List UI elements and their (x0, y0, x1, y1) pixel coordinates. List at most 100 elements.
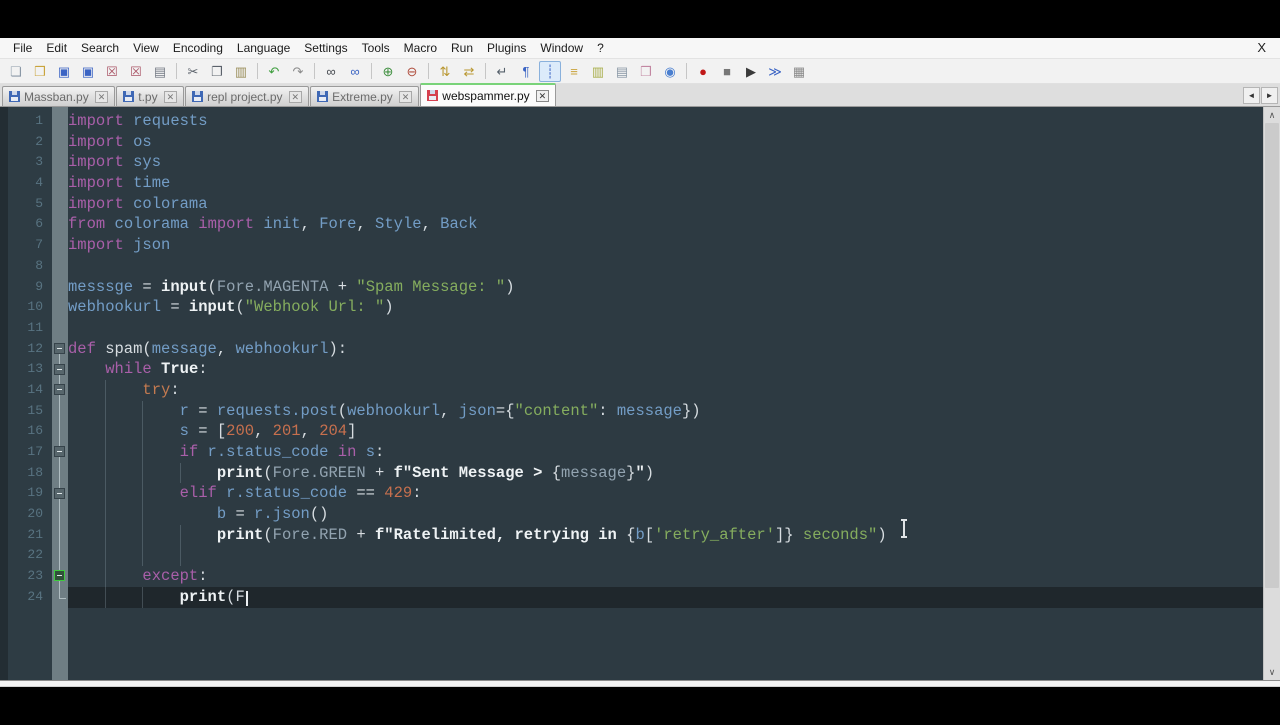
editor[interactable]: 1 2 3 4 5 6 7 8 9 10 11 12 13 14 15 16 17 18 19 20 21 22 23 24 … (0, 107, 1280, 680)
code-line[interactable]: print(Fore.RED + f"Ratelimited, retrying… (68, 524, 1263, 546)
folder-as-workspace-icon[interactable]: ❒ (635, 61, 657, 82)
code-line[interactable] (68, 256, 1263, 277)
replace-icon[interactable]: ∞ (344, 61, 366, 82)
macro-run-multiple-icon[interactable]: ≫ (764, 61, 786, 82)
new-file-icon[interactable]: ❏ (5, 61, 27, 82)
tab-t-py[interactable]: t.py ✕ (116, 86, 185, 106)
code-line[interactable] (68, 318, 1263, 339)
cut-icon[interactable]: ✂ (182, 61, 204, 82)
print-icon[interactable]: ▤ (149, 61, 171, 82)
tab-close-icon[interactable]: ✕ (94, 90, 109, 103)
tab-close-icon[interactable]: ✕ (398, 90, 413, 103)
fold-cell[interactable] (52, 586, 68, 608)
code-line[interactable]: b = r.json() (68, 504, 1263, 525)
code-line[interactable]: import requests (68, 111, 1263, 132)
zoom-out-icon[interactable]: ⊖ (401, 61, 423, 82)
close-window-button[interactable]: X (1253, 39, 1270, 56)
document-map-icon[interactable]: ▥ (587, 61, 609, 82)
tab-webspammer-py[interactable]: webspammer.py ✕ (420, 83, 557, 106)
code-line[interactable]: while True: (68, 359, 1263, 380)
code-line[interactable]: import os (68, 132, 1263, 153)
scrollbar-track[interactable] (1264, 123, 1280, 664)
code-line[interactable] (68, 545, 1263, 567)
macro-record-icon[interactable]: ● (692, 61, 714, 82)
menu-item-window[interactable]: Window (533, 39, 590, 57)
code-line[interactable]: messsge = input(Fore.MAGENTA + "Spam Mes… (68, 277, 1263, 298)
scroll-down-icon[interactable]: ∨ (1264, 664, 1280, 680)
code-line[interactable]: try: (68, 379, 1263, 401)
paste-icon[interactable]: ▥ (230, 61, 252, 82)
save-all-icon[interactable]: ▣ (77, 61, 99, 82)
macro-save-icon[interactable]: ▦ (788, 61, 810, 82)
code-line[interactable]: r = requests.post(webhookurl, json={"con… (68, 400, 1263, 422)
macro-play-icon[interactable]: ▶ (740, 61, 762, 82)
fold-box-icon[interactable] (54, 363, 65, 375)
menu-item-settings[interactable]: Settings (297, 39, 354, 57)
fold-margin[interactable] (52, 107, 68, 680)
menu-item-plugins[interactable]: Plugins (480, 39, 533, 57)
fold-marker-active[interactable] (52, 566, 68, 587)
code-line[interactable]: def spam(message, webhookurl): (68, 339, 1263, 360)
code-line[interactable]: import json (68, 235, 1263, 256)
fold-box-icon[interactable] (54, 342, 65, 354)
fold-marker[interactable] (52, 339, 68, 360)
code-line[interactable]: import colorama (68, 194, 1263, 215)
copy-icon[interactable]: ❐ (206, 61, 228, 82)
tab-extreme-py[interactable]: Extreme.py ✕ (310, 86, 420, 106)
fold-marker[interactable] (52, 483, 68, 504)
monitoring-icon[interactable]: ◉ (659, 61, 681, 82)
show-all-characters-icon[interactable]: ¶ (515, 61, 537, 82)
redo-icon[interactable]: ↷ (287, 61, 309, 82)
code-line-current[interactable]: print(F (68, 586, 1263, 608)
menu-item-run[interactable]: Run (444, 39, 480, 57)
code-line[interactable]: elif r.status_code == 429: (68, 483, 1263, 505)
menu-item-language[interactable]: Language (230, 39, 297, 57)
menu-item-view[interactable]: View (126, 39, 166, 57)
code-line[interactable]: webhookurl = input("Webhook Url: ") (68, 297, 1263, 318)
open-file-icon[interactable]: ❒ (29, 61, 51, 82)
code-line[interactable]: print(Fore.GREEN + f"Sent Message > {mes… (68, 462, 1263, 484)
sync-vertical-scroll-icon[interactable]: ⇅ (434, 61, 456, 82)
close-file-icon[interactable]: ☒ (101, 61, 123, 82)
fold-box-icon[interactable] (54, 446, 65, 458)
menu-item-tools[interactable]: Tools (355, 39, 397, 57)
menu-item-search[interactable]: Search (74, 39, 126, 57)
undo-icon[interactable]: ↶ (263, 61, 285, 82)
menu-item-macro[interactable]: Macro (397, 39, 444, 57)
sync-horizontal-scroll-icon[interactable]: ⇄ (458, 61, 480, 82)
vertical-scrollbar[interactable]: ∧ ∨ (1263, 107, 1280, 680)
fold-marker[interactable] (52, 379, 68, 401)
menu-item-encoding[interactable]: Encoding (166, 39, 230, 57)
menu-item-help[interactable]: ? (590, 39, 611, 57)
code-line[interactable]: s = [200, 201, 204] (68, 421, 1263, 442)
tab-repl-project-py[interactable]: repl project.py ✕ (185, 86, 310, 106)
tab-close-icon[interactable]: ✕ (535, 89, 550, 102)
close-all-icon[interactable]: ☒ (125, 61, 147, 82)
code-line[interactable]: if r.status_code in s: (68, 442, 1263, 463)
code-line[interactable]: import time (68, 173, 1263, 194)
code-line[interactable]: except: (68, 566, 1263, 587)
tab-scroll-right-icon[interactable]: ► (1261, 87, 1278, 104)
menu-item-edit[interactable]: Edit (39, 39, 74, 57)
scrollbar-thumb[interactable] (1265, 123, 1279, 589)
macro-stop-icon[interactable]: ■ (716, 61, 738, 82)
fold-box-icon[interactable] (54, 570, 65, 582)
fold-marker[interactable] (52, 442, 68, 463)
code-area[interactable]: import requests import os import sys import… (68, 107, 1263, 680)
code-line[interactable]: import sys (68, 152, 1263, 173)
zoom-in-icon[interactable]: ⊕ (377, 61, 399, 82)
find-icon[interactable]: ∞ (320, 61, 342, 82)
fold-marker[interactable] (52, 359, 68, 380)
document-list-icon[interactable]: ▤ (611, 61, 633, 82)
code-line[interactable]: from colorama import init, Fore, Style, … (68, 214, 1263, 235)
tab-scroll-left-icon[interactable]: ◄ (1243, 87, 1260, 104)
tab-massban-py[interactable]: Massban.py ✕ (2, 86, 116, 106)
fold-box-icon[interactable] (54, 384, 65, 396)
function-list-icon[interactable]: ≡ (563, 61, 585, 82)
tab-close-icon[interactable]: ✕ (288, 90, 303, 103)
word-wrap-icon[interactable]: ↵ (491, 61, 513, 82)
scroll-up-icon[interactable]: ∧ (1264, 107, 1280, 123)
save-icon[interactable]: ▣ (53, 61, 75, 82)
show-indent-guide-icon[interactable]: ┊ (539, 60, 561, 82)
fold-box-icon[interactable] (54, 487, 65, 499)
